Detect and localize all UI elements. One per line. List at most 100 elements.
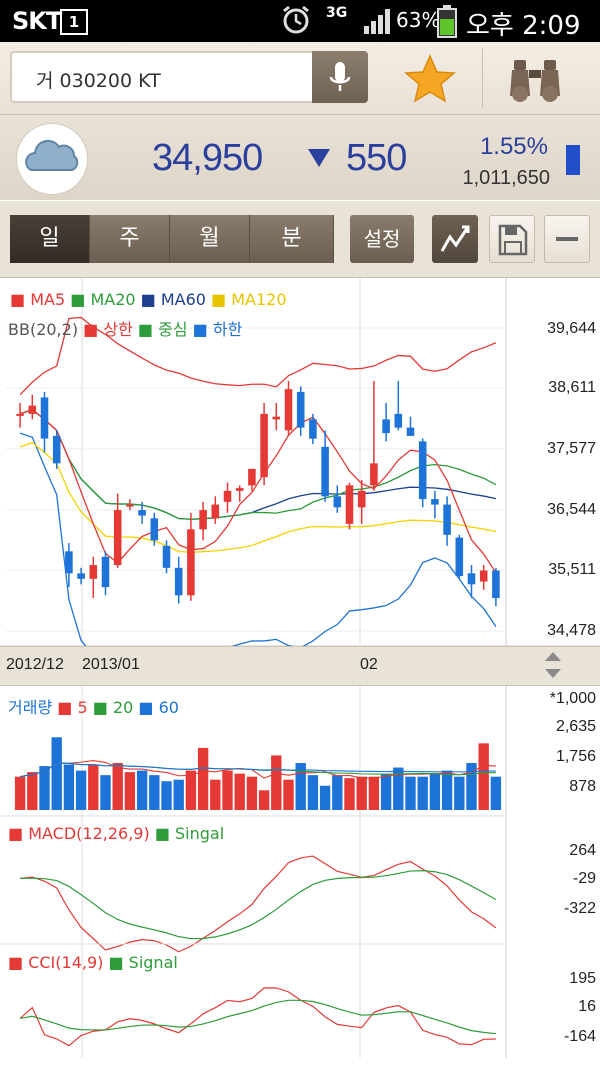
tab-monthly[interactable]: 월: [170, 215, 250, 263]
vol20-legend: ■ 20: [92, 698, 134, 717]
candle-body: [357, 490, 366, 508]
tab-minute[interactable]: 분: [250, 215, 334, 263]
candle-body: [455, 537, 464, 577]
volume-bar: [478, 743, 489, 810]
volume-bar: [271, 755, 282, 810]
candle-body: [479, 570, 488, 582]
binoculars-icon[interactable]: [508, 56, 562, 102]
search-input[interactable]: 거 030200 KT: [36, 66, 161, 93]
macd-legend: ■ MACD(12,26,9) ■ Singal: [8, 824, 224, 843]
candle-body: [89, 565, 98, 579]
candle-body: [223, 490, 232, 502]
volume-bar: [136, 770, 148, 810]
ma5-legend: ■ MA5: [10, 290, 66, 309]
volume-bar: [344, 778, 355, 810]
quote-panel: 34,950 550 1.55% 1,011,650: [0, 115, 600, 200]
current-price: 34,950: [152, 137, 263, 179]
save-button[interactable]: [489, 215, 535, 263]
collapse-button[interactable]: [544, 215, 590, 263]
ma-legend: ■ MA5 ■ MA20 ■ MA60 ■ MA120: [10, 290, 287, 309]
candle-body: [418, 441, 427, 500]
candle-body: [321, 446, 329, 497]
candle-body: [467, 573, 476, 585]
date-label: 2013/01: [82, 656, 140, 673]
alarm-icon: [283, 5, 309, 34]
candle-body: [211, 504, 220, 519]
candle-body: [443, 504, 451, 535]
volume-tick: 2,635: [555, 718, 596, 735]
candle-body: [370, 463, 378, 486]
bb-label: BB(20,2): [8, 320, 79, 339]
candle-body: [16, 413, 24, 416]
candle-body: [65, 551, 73, 574]
search-toolbar: 거 030200 KT: [0, 42, 600, 115]
volume-bar: [27, 772, 38, 810]
toolbar-divider: [482, 48, 483, 108]
bb-lower-legend: ■ 하한: [192, 320, 243, 339]
volume-bar: [490, 776, 502, 810]
volume-bar: [222, 770, 233, 810]
date-label: 02: [360, 656, 378, 673]
volume-bar: [246, 776, 258, 810]
candle-body: [296, 391, 305, 428]
save-icon: [498, 224, 528, 256]
candle-body: [199, 510, 207, 530]
volume-bar: [14, 776, 26, 810]
candle-body: [394, 413, 403, 428]
volume-bar: [368, 776, 380, 810]
candle-body: [431, 499, 439, 505]
candle-body: [28, 405, 37, 414]
volume-bar: [51, 737, 62, 810]
macd-tick: 264: [569, 842, 596, 859]
cci-title: ■ CCI(14,9): [8, 953, 104, 972]
trade-volume: 1,011,650: [462, 167, 551, 189]
candle-body: [52, 435, 61, 464]
stock-chart[interactable]: ■ MA5 ■ MA20 ■ MA60 ■ MA120 BB(20,2) ■ 상…: [0, 278, 600, 1066]
candle-body: [260, 413, 268, 478]
candle-body: [284, 389, 293, 431]
volume-bar: [100, 775, 111, 810]
network-type: 3G: [326, 5, 348, 21]
volume-bar: [75, 770, 87, 810]
ma120-legend: ■ MA120: [211, 290, 287, 309]
volume-tick: 878: [569, 778, 596, 795]
candle-body: [77, 573, 85, 579]
macd-tick: -322: [563, 900, 596, 917]
cci-tick: 16: [578, 998, 596, 1015]
resize-handle-icon[interactable]: [542, 649, 564, 681]
volume-bar: [332, 775, 343, 810]
candle-body: [187, 529, 195, 596]
macd-title: ■ MACD(12,26,9): [8, 824, 150, 843]
date-label: 2012/12: [6, 656, 64, 673]
down-arrow-icon: [308, 149, 330, 167]
settings-button[interactable]: 설정: [350, 215, 414, 263]
change-percent: 1.55%: [479, 133, 548, 160]
candle-body: [309, 419, 317, 439]
favorite-star-icon[interactable]: [404, 54, 456, 104]
date-axis: 2012/12 2013/01 02: [0, 646, 600, 686]
volume-legend: 거래량 ■ 5 ■ 20 ■ 60: [8, 694, 179, 718]
volume-bar: [319, 785, 331, 810]
price-tick: 37,577: [547, 440, 596, 457]
price-change: 550: [346, 137, 407, 179]
candle-body: [101, 556, 110, 588]
candle-body: [248, 468, 256, 486]
signal-icon: [364, 9, 390, 34]
period-toolbar: 일 주 월 분 설정: [0, 201, 600, 278]
clock: 오후 2:09: [466, 11, 581, 41]
search-field[interactable]: 거 030200 KT: [10, 51, 368, 103]
price-tick: 34,478: [547, 622, 596, 639]
status-bar: SKT 1 3G 63% 오후 2:09: [0, 0, 600, 42]
battery-icon: [437, 5, 457, 38]
volume-bar: [258, 790, 270, 810]
vol5-legend: ■ 5: [57, 698, 88, 717]
battery-percent: 63%: [396, 8, 441, 32]
candle-body: [162, 545, 171, 568]
chart-draw-button[interactable]: [432, 215, 478, 263]
tab-daily[interactable]: 일: [10, 215, 90, 263]
volume-bar: [197, 747, 209, 810]
voice-search-button[interactable]: [312, 51, 368, 103]
tab-weekly[interactable]: 주: [90, 215, 170, 263]
candle-body: [40, 397, 49, 439]
price-tick: 36,544: [547, 501, 596, 518]
